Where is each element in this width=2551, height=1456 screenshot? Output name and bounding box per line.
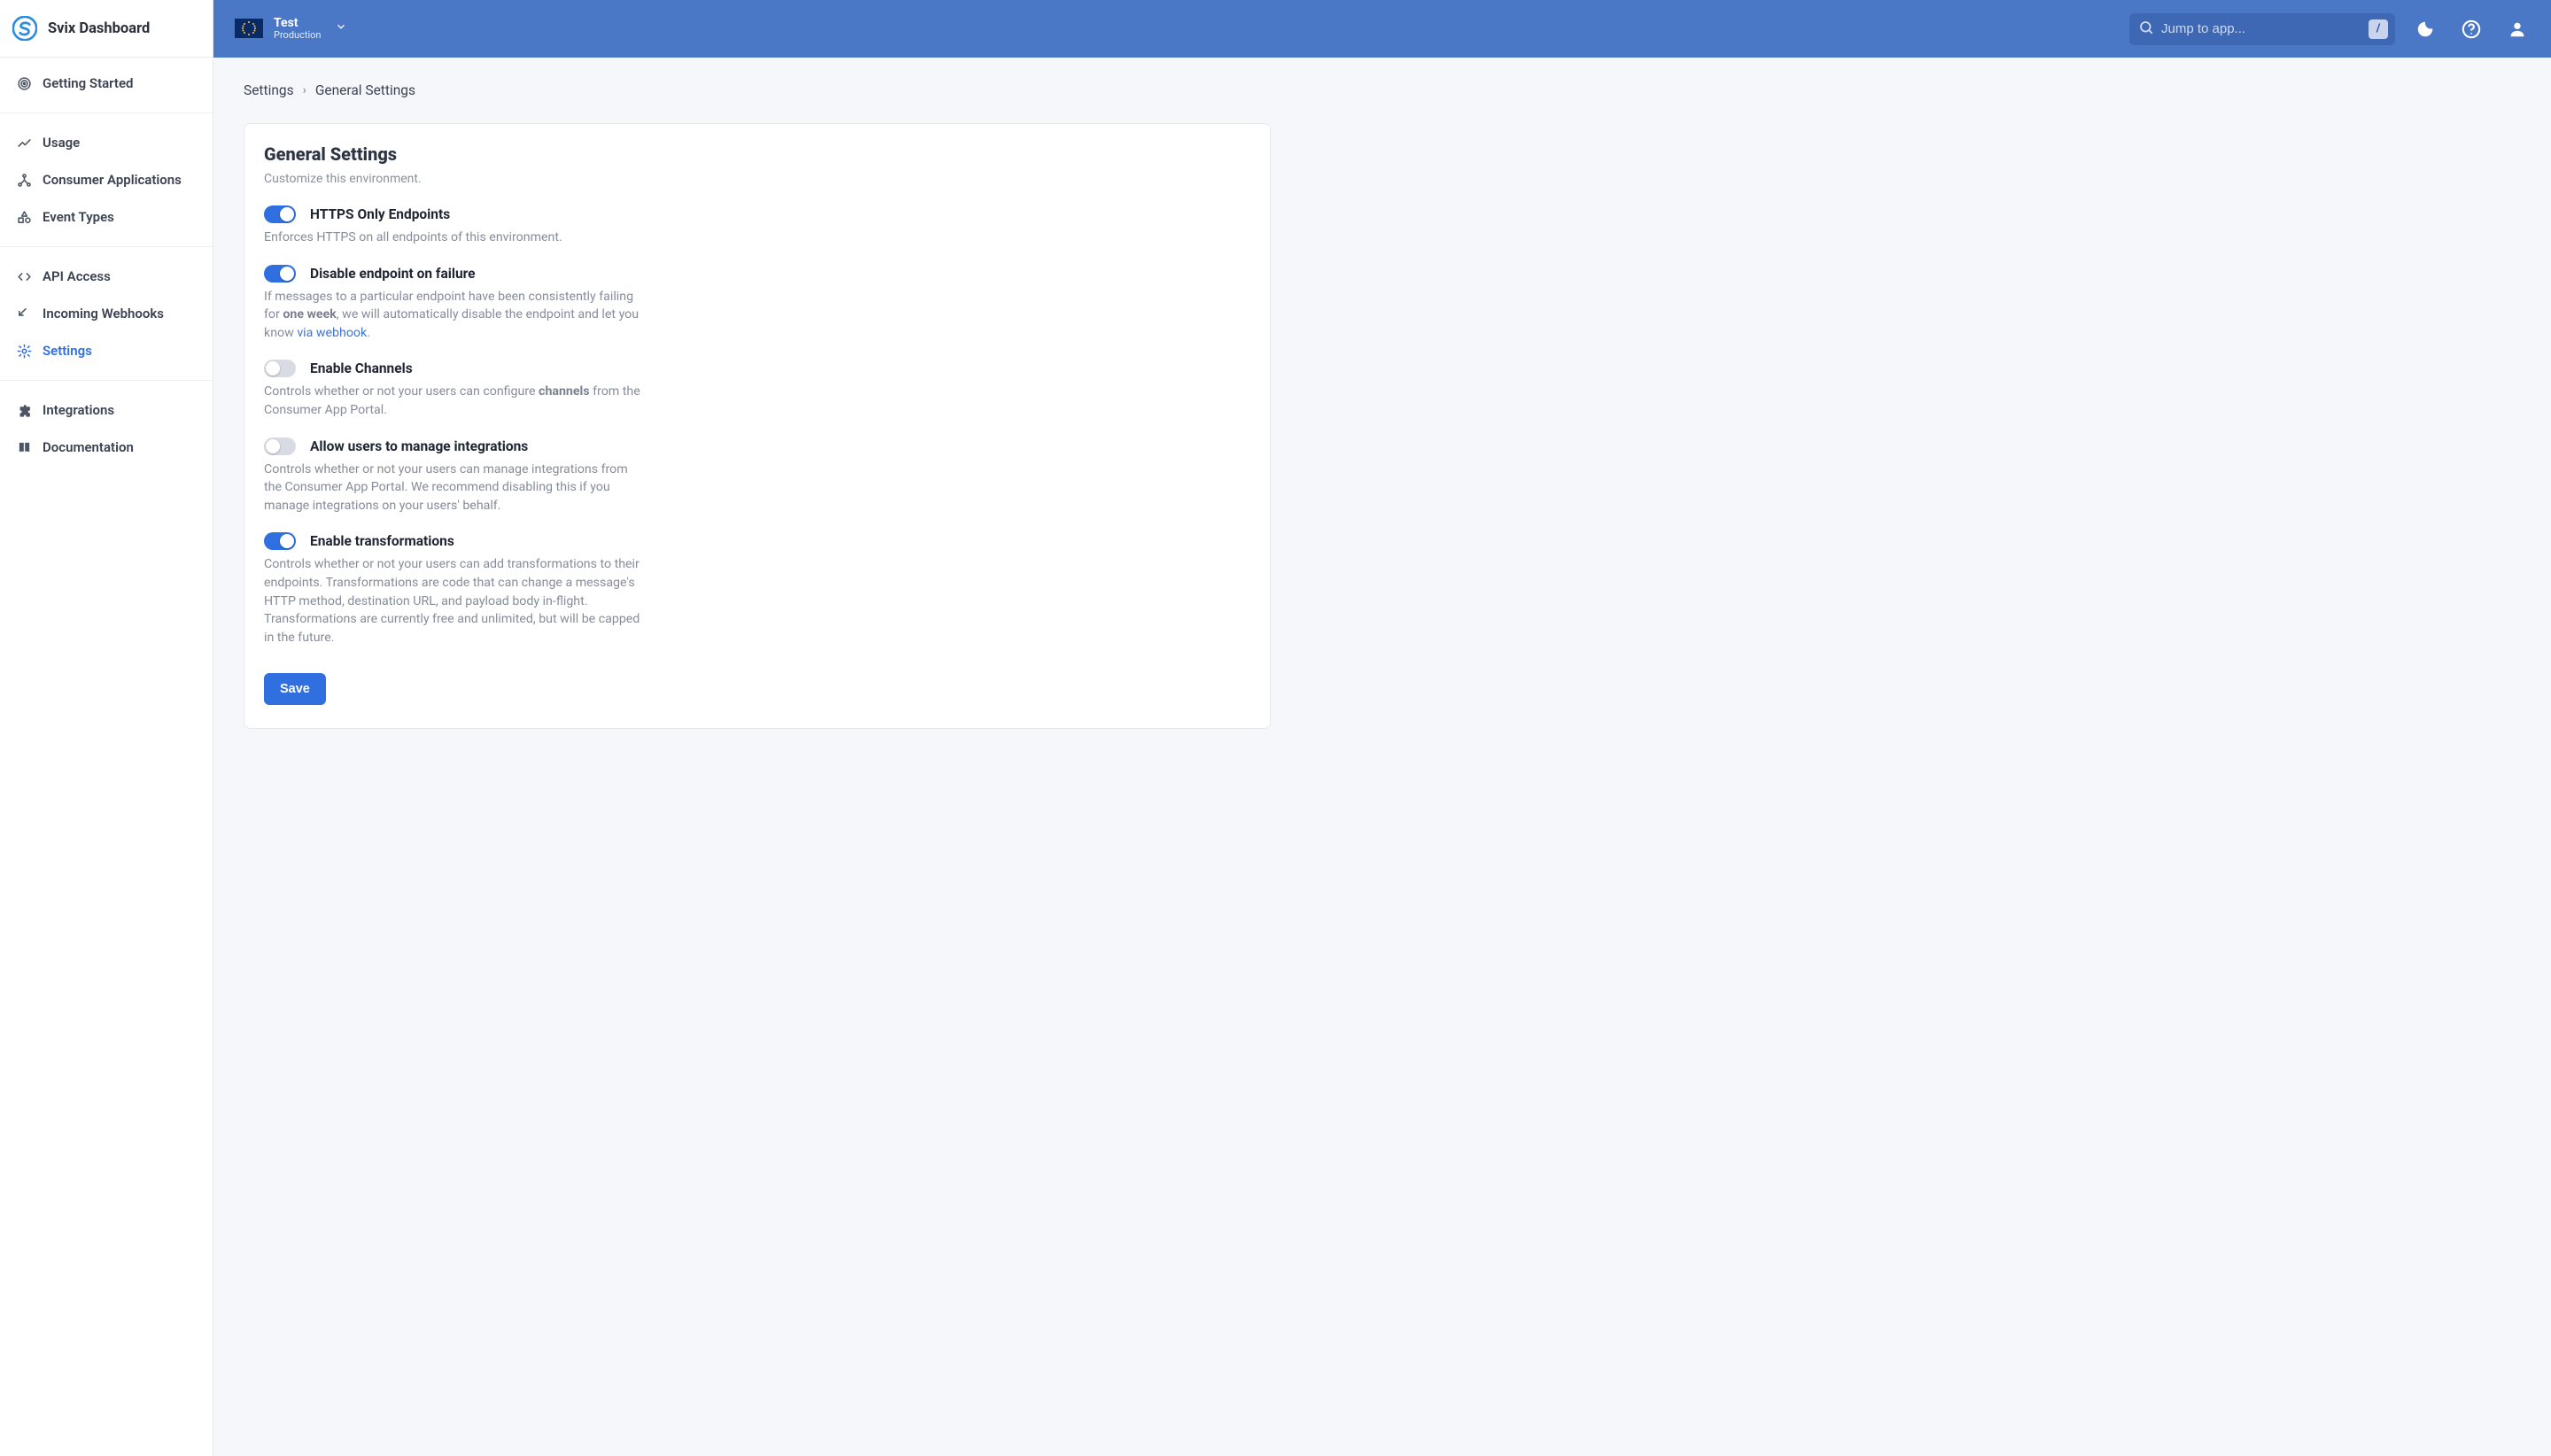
- environment-name: Test: [274, 17, 321, 30]
- sidebar-item-incoming-webhooks[interactable]: Incoming Webhooks: [0, 295, 213, 332]
- search-icon: [2138, 19, 2154, 39]
- page-title: General Settings: [264, 143, 1251, 165]
- toggle-enable_channels[interactable]: [264, 360, 296, 377]
- content: Settings › General Settings General Sett…: [213, 58, 2551, 754]
- setting-allow_integrations: Allow users to manage integrations Contr…: [264, 438, 1251, 515]
- sidebar-item-label: Integrations: [43, 402, 114, 418]
- dark-mode-toggle[interactable]: [2409, 13, 2441, 45]
- toggle-allow_integrations[interactable]: [264, 438, 296, 455]
- setting-https_only: HTTPS Only Endpoints Enforces HTTPS on a…: [264, 205, 1251, 247]
- puzzle-icon: [16, 402, 32, 418]
- search-box[interactable]: /: [2129, 13, 2395, 45]
- toggle-enable_transformations[interactable]: [264, 532, 296, 550]
- sidebar-item-label: Getting Started: [43, 75, 133, 91]
- setting-description: Controls whether or not your users can m…: [264, 461, 645, 515]
- gear-icon: [16, 343, 32, 359]
- search-kbd-hint: /: [2369, 19, 2388, 39]
- sidebar-item-consumer-applications[interactable]: Consumer Applications: [0, 161, 213, 198]
- sidebar-item-label: Documentation: [43, 439, 134, 455]
- save-button[interactable]: Save: [264, 673, 326, 705]
- network-icon: [16, 172, 32, 188]
- help-button[interactable]: [2455, 13, 2487, 45]
- setting-description: If messages to a particular endpoint hav…: [264, 288, 645, 343]
- environment-text: Test Production: [274, 17, 321, 41]
- setting-title: HTTPS Only Endpoints: [310, 206, 450, 222]
- sidebar-item-label: Incoming Webhooks: [43, 306, 164, 321]
- breadcrumb: Settings › General Settings: [244, 82, 2521, 98]
- setting-title: Allow users to manage integrations: [310, 438, 528, 454]
- account-menu[interactable]: [2501, 13, 2533, 45]
- setting-title: Enable transformations: [310, 533, 454, 549]
- sidebar-item-documentation[interactable]: Documentation: [0, 429, 213, 466]
- setting-description: Controls whether or not your users can c…: [264, 383, 645, 419]
- chevron-right-icon: ›: [303, 83, 306, 97]
- sidebar-item-event-types[interactable]: Event Types: [0, 198, 213, 236]
- sidebar-item-getting-started[interactable]: Getting Started: [0, 65, 213, 102]
- environment-switcher[interactable]: Test Production: [235, 17, 347, 41]
- breadcrumb-current: General Settings: [315, 82, 415, 98]
- setting-disable_on_failure: Disable endpoint on failure If messages …: [264, 265, 1251, 343]
- sidebar-nav: Getting Started Usage Consumer Application…: [0, 58, 213, 473]
- brand-title: Svix Dashboard: [48, 20, 150, 37]
- eu-flag-icon: [235, 19, 263, 38]
- code-icon: [16, 268, 32, 284]
- sidebar-item-api-access[interactable]: API Access: [0, 258, 213, 295]
- shapes-icon: [16, 209, 32, 225]
- settings-list: HTTPS Only Endpoints Enforces HTTPS on a…: [264, 205, 1251, 647]
- setting-enable_channels: Enable Channels Controls whether or not …: [264, 360, 1251, 419]
- setting-enable_transformations: Enable transformations Controls whether …: [264, 532, 1251, 647]
- toggle-disable_on_failure[interactable]: [264, 265, 296, 283]
- page-subtitle: Customize this environment.: [264, 172, 1251, 186]
- brand-logo-icon: [12, 16, 37, 41]
- setting-description: Enforces HTTPS on all endpoints of this …: [264, 228, 645, 247]
- arrow-in-icon: [16, 306, 32, 321]
- sidebar-item-label: Event Types: [43, 209, 114, 225]
- sidebar-item-label: Usage: [43, 135, 80, 151]
- environment-sub: Production: [274, 30, 321, 41]
- sidebar-item-usage[interactable]: Usage: [0, 124, 213, 161]
- chart-icon: [16, 135, 32, 151]
- target-icon: [16, 75, 32, 91]
- sidebar-item-integrations[interactable]: Integrations: [0, 391, 213, 429]
- settings-card: General Settings Customize this environm…: [244, 123, 1271, 729]
- sidebar-item-label: Settings: [43, 343, 92, 359]
- sidebar-item-settings[interactable]: Settings: [0, 332, 213, 369]
- toggle-https_only[interactable]: [264, 205, 296, 223]
- sidebar: Svix Dashboard Getting Started Usage Consu…: [0, 0, 213, 1456]
- topbar: Test Production /: [213, 0, 2551, 58]
- breadcrumb-root[interactable]: Settings: [244, 82, 294, 98]
- book-icon: [16, 439, 32, 455]
- search-input[interactable]: [2161, 21, 2361, 36]
- setting-description: Controls whether or not your users can a…: [264, 555, 645, 647]
- chevron-down-icon: [335, 20, 347, 36]
- brand: Svix Dashboard: [0, 0, 213, 58]
- sidebar-item-label: API Access: [43, 268, 111, 284]
- setting-title: Enable Channels: [310, 360, 413, 376]
- sidebar-item-label: Consumer Applications: [43, 172, 182, 188]
- setting-title: Disable endpoint on failure: [310, 266, 476, 282]
